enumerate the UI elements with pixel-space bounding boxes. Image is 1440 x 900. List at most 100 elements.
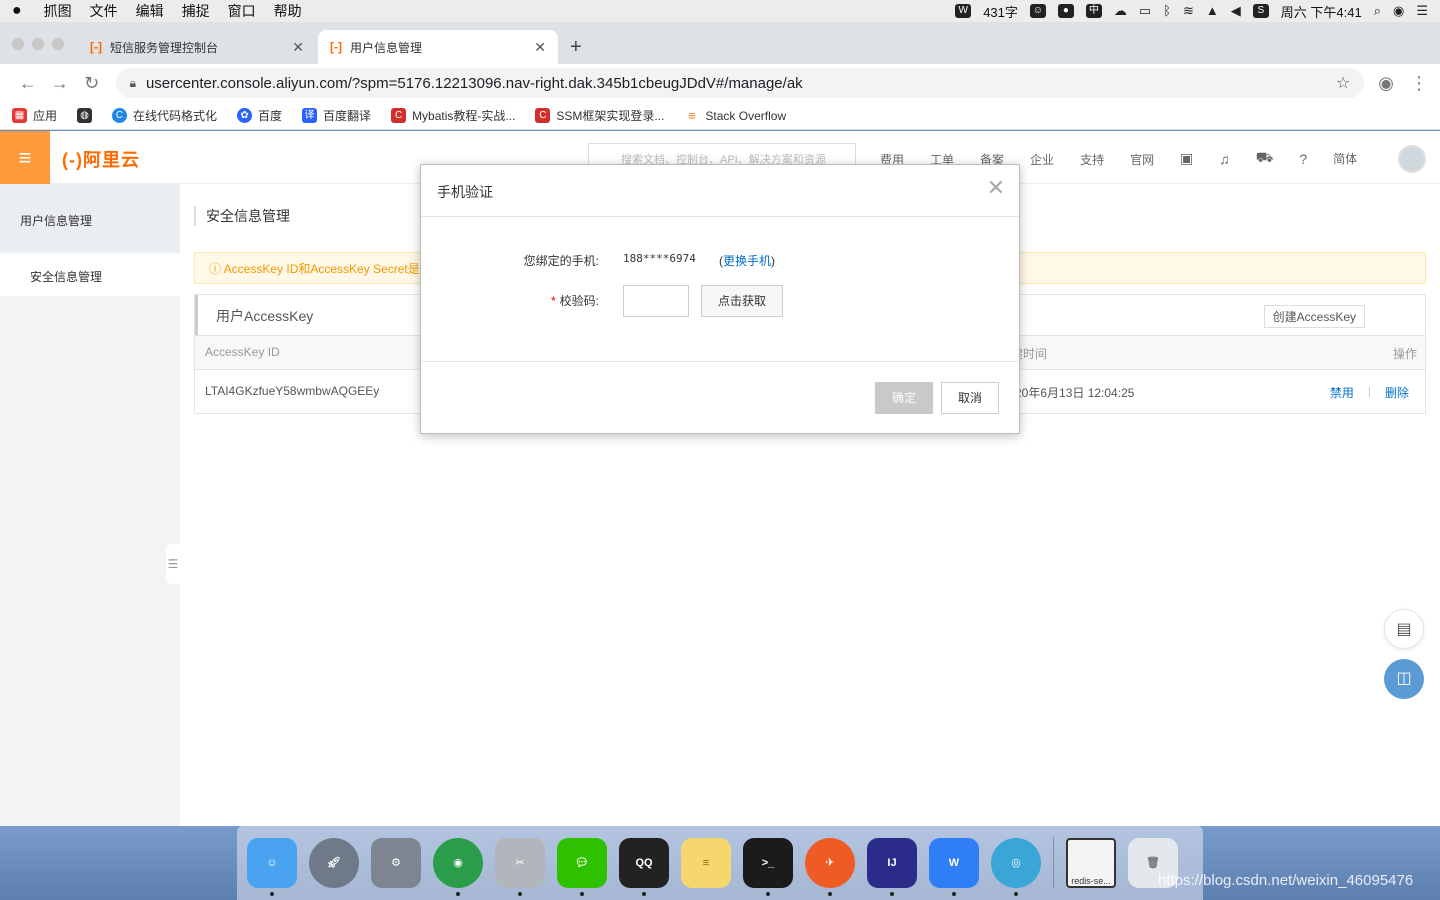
- bookmark-apps[interactable]: ▦ 应用: [12, 107, 57, 124]
- notes-icon[interactable]: ≡: [681, 838, 731, 888]
- penguin-icon[interactable]: QQ: [619, 838, 669, 896]
- sidebar-heading[interactable]: 用户信息管理: [0, 184, 180, 252]
- airplay-icon[interactable]: ▭: [1139, 4, 1151, 18]
- tab-close-icon[interactable]: ✕: [292, 39, 304, 56]
- confirm-button[interactable]: 确定: [875, 382, 933, 414]
- input-method-icon[interactable]: 中: [1085, 4, 1102, 18]
- terminal-icon[interactable]: >_: [743, 838, 793, 896]
- language-switch[interactable]: 简体: [1333, 150, 1357, 167]
- console-sidebar: 用户信息管理 安全信息管理 ☰: [0, 184, 180, 826]
- menu-item-snap[interactable]: 捕捉: [182, 1, 210, 21]
- menu-item-help[interactable]: 帮助: [274, 1, 302, 21]
- maximize-window-button[interactable]: [52, 38, 64, 50]
- close-window-button[interactable]: [12, 38, 24, 50]
- back-arrow-icon[interactable]: ←: [12, 73, 44, 94]
- change-phone-link[interactable]: 更换手机: [723, 254, 771, 268]
- sidebar-item-security[interactable]: 安全信息管理: [0, 254, 180, 296]
- get-code-button[interactable]: 点击获取: [701, 285, 783, 317]
- bluetooth-icon[interactable]: ᛒ: [1163, 4, 1171, 18]
- chrome-icon[interactable]: ◉: [433, 838, 483, 896]
- menu-item-capture[interactable]: 抓图: [44, 1, 72, 21]
- new-tab-button[interactable]: +: [570, 36, 582, 59]
- postman-icon[interactable]: ✈: [805, 838, 855, 896]
- close-icon[interactable]: ✕: [987, 177, 1005, 199]
- minimized-window-label: redis-se...: [1071, 876, 1111, 886]
- intellij-icon[interactable]: IJ: [867, 838, 917, 896]
- menu-item-window[interactable]: 窗口: [228, 1, 256, 21]
- user-avatar[interactable]: [1398, 145, 1426, 173]
- menu-item-file[interactable]: 文件: [90, 1, 118, 21]
- minimized-window-thumbnail[interactable]: redis-se...: [1066, 838, 1116, 888]
- kebab-menu-icon[interactable]: ⋮: [1410, 73, 1428, 94]
- lock-icon[interactable]: 🔒︎: [130, 76, 136, 91]
- cart-icon[interactable]: ⛟: [1256, 149, 1274, 168]
- bookmark-globe[interactable]: ◍: [77, 108, 93, 123]
- apps-grid-icon: ▦: [12, 108, 27, 123]
- tab-label: 用户信息管理: [350, 40, 423, 55]
- cloud-icon[interactable]: ☁: [1114, 4, 1127, 18]
- chat-float-icon[interactable]: ▤: [1384, 609, 1424, 649]
- rocket-icon[interactable]: 🚀︎: [309, 838, 359, 888]
- forward-arrow-icon[interactable]: →: [44, 73, 76, 94]
- bookmark-mybatis[interactable]: C Mybatis教程-实战...: [391, 107, 515, 124]
- terminal-icon[interactable]: ▣: [1180, 150, 1193, 167]
- wps-status-icon[interactable]: W: [955, 4, 972, 18]
- tab-sms-console[interactable]: [-] 短信服务管理控制台 ✕: [78, 30, 316, 64]
- nav-link-support[interactable]: 支持: [1080, 151, 1104, 168]
- aliyun-logo[interactable]: (-)阿里云: [62, 146, 140, 172]
- nav-link-website[interactable]: 官网: [1130, 151, 1154, 168]
- wps-icon[interactable]: W: [929, 838, 979, 896]
- tab-close-icon[interactable]: ✕: [534, 39, 546, 56]
- menu-item-edit[interactable]: 编辑: [136, 1, 164, 21]
- emoji-status-icon[interactable]: ☺: [1029, 4, 1046, 18]
- bookmark-star-icon[interactable]: ☆: [1336, 73, 1350, 93]
- wechat-icon[interactable]: 💬︎: [557, 838, 607, 896]
- bookmark-ssm[interactable]: C SSM框架实现登录...: [535, 107, 664, 124]
- tab-label: 短信服务管理控制台: [110, 40, 219, 55]
- delete-link[interactable]: 删除: [1385, 384, 1409, 401]
- bookmark-baidu-translate[interactable]: 译 百度翻译: [302, 107, 371, 124]
- clock[interactable]: 周六 下午4:41: [1281, 2, 1362, 21]
- nav-link-enterprise[interactable]: 企业: [1030, 151, 1054, 168]
- minimize-window-button[interactable]: [32, 38, 44, 50]
- disable-link[interactable]: 禁用: [1330, 384, 1354, 401]
- tab-user-info[interactable]: [-] 用户信息管理 ✕: [318, 30, 558, 64]
- cancel-button[interactable]: 取消: [941, 382, 999, 414]
- siri-icon[interactable]: ◉: [1393, 4, 1404, 18]
- window-controls: [12, 38, 64, 50]
- bookmarks-bar: ▦ 应用 ◍ C 在线代码格式化 ✿ 百度 译 百度翻译 C Mybatis教程…: [0, 102, 1440, 130]
- required-mark: *: [550, 294, 556, 308]
- wifi-icon[interactable]: ≋: [1183, 4, 1194, 18]
- running-indicator: [828, 892, 832, 896]
- hamburger-menu-icon[interactable]: ≡: [0, 131, 50, 184]
- url-omnibox[interactable]: 🔒︎ usercenter.console.aliyun.com/?spm=51…: [115, 68, 1365, 98]
- navicat-icon[interactable]: ◎: [991, 838, 1041, 896]
- notification-center-icon[interactable]: ☰: [1416, 4, 1428, 18]
- gear-icon[interactable]: ⚙: [371, 838, 421, 888]
- word-count[interactable]: 431字: [983, 2, 1018, 21]
- sidebar-collapse-icon[interactable]: ☰: [166, 544, 180, 584]
- profile-icon[interactable]: ◉: [1378, 73, 1394, 94]
- help-icon[interactable]: ?: [1299, 151, 1307, 167]
- apple-menu-icon[interactable]: ●: [12, 2, 22, 20]
- verification-code-input[interactable]: [623, 285, 689, 317]
- spotlight-search-icon[interactable]: ⌕: [1374, 4, 1381, 18]
- c-red-icon: C: [535, 108, 551, 123]
- url-text[interactable]: usercenter.console.aliyun.com/?spm=5176.…: [146, 75, 803, 92]
- bookmark-code-formatter[interactable]: C 在线代码格式化: [112, 107, 217, 124]
- finder-icon[interactable]: ☺: [247, 838, 297, 896]
- microphone-icon[interactable]: ●: [1057, 4, 1074, 18]
- sync-icon[interactable]: S: [1252, 4, 1269, 18]
- bell-icon[interactable]: ♫: [1219, 151, 1230, 167]
- scissors-icon[interactable]: ✂: [495, 838, 545, 896]
- apps-float-icon[interactable]: ◫: [1384, 659, 1424, 699]
- bookmark-stackoverflow[interactable]: ≡ Stack Overflow: [684, 108, 786, 123]
- eject-icon[interactable]: ▲: [1206, 4, 1219, 18]
- code-label-text: 校验码:: [559, 294, 599, 308]
- reload-icon[interactable]: ↻: [76, 73, 108, 94]
- c-icon: C: [112, 108, 128, 123]
- volume-icon[interactable]: ◀: [1231, 4, 1241, 18]
- bookmark-baidu[interactable]: ✿ 百度: [237, 107, 282, 124]
- create-accesskey-button[interactable]: 创建AccessKey: [1263, 305, 1365, 328]
- operations-cell: 禁用 | 删除: [1330, 384, 1409, 401]
